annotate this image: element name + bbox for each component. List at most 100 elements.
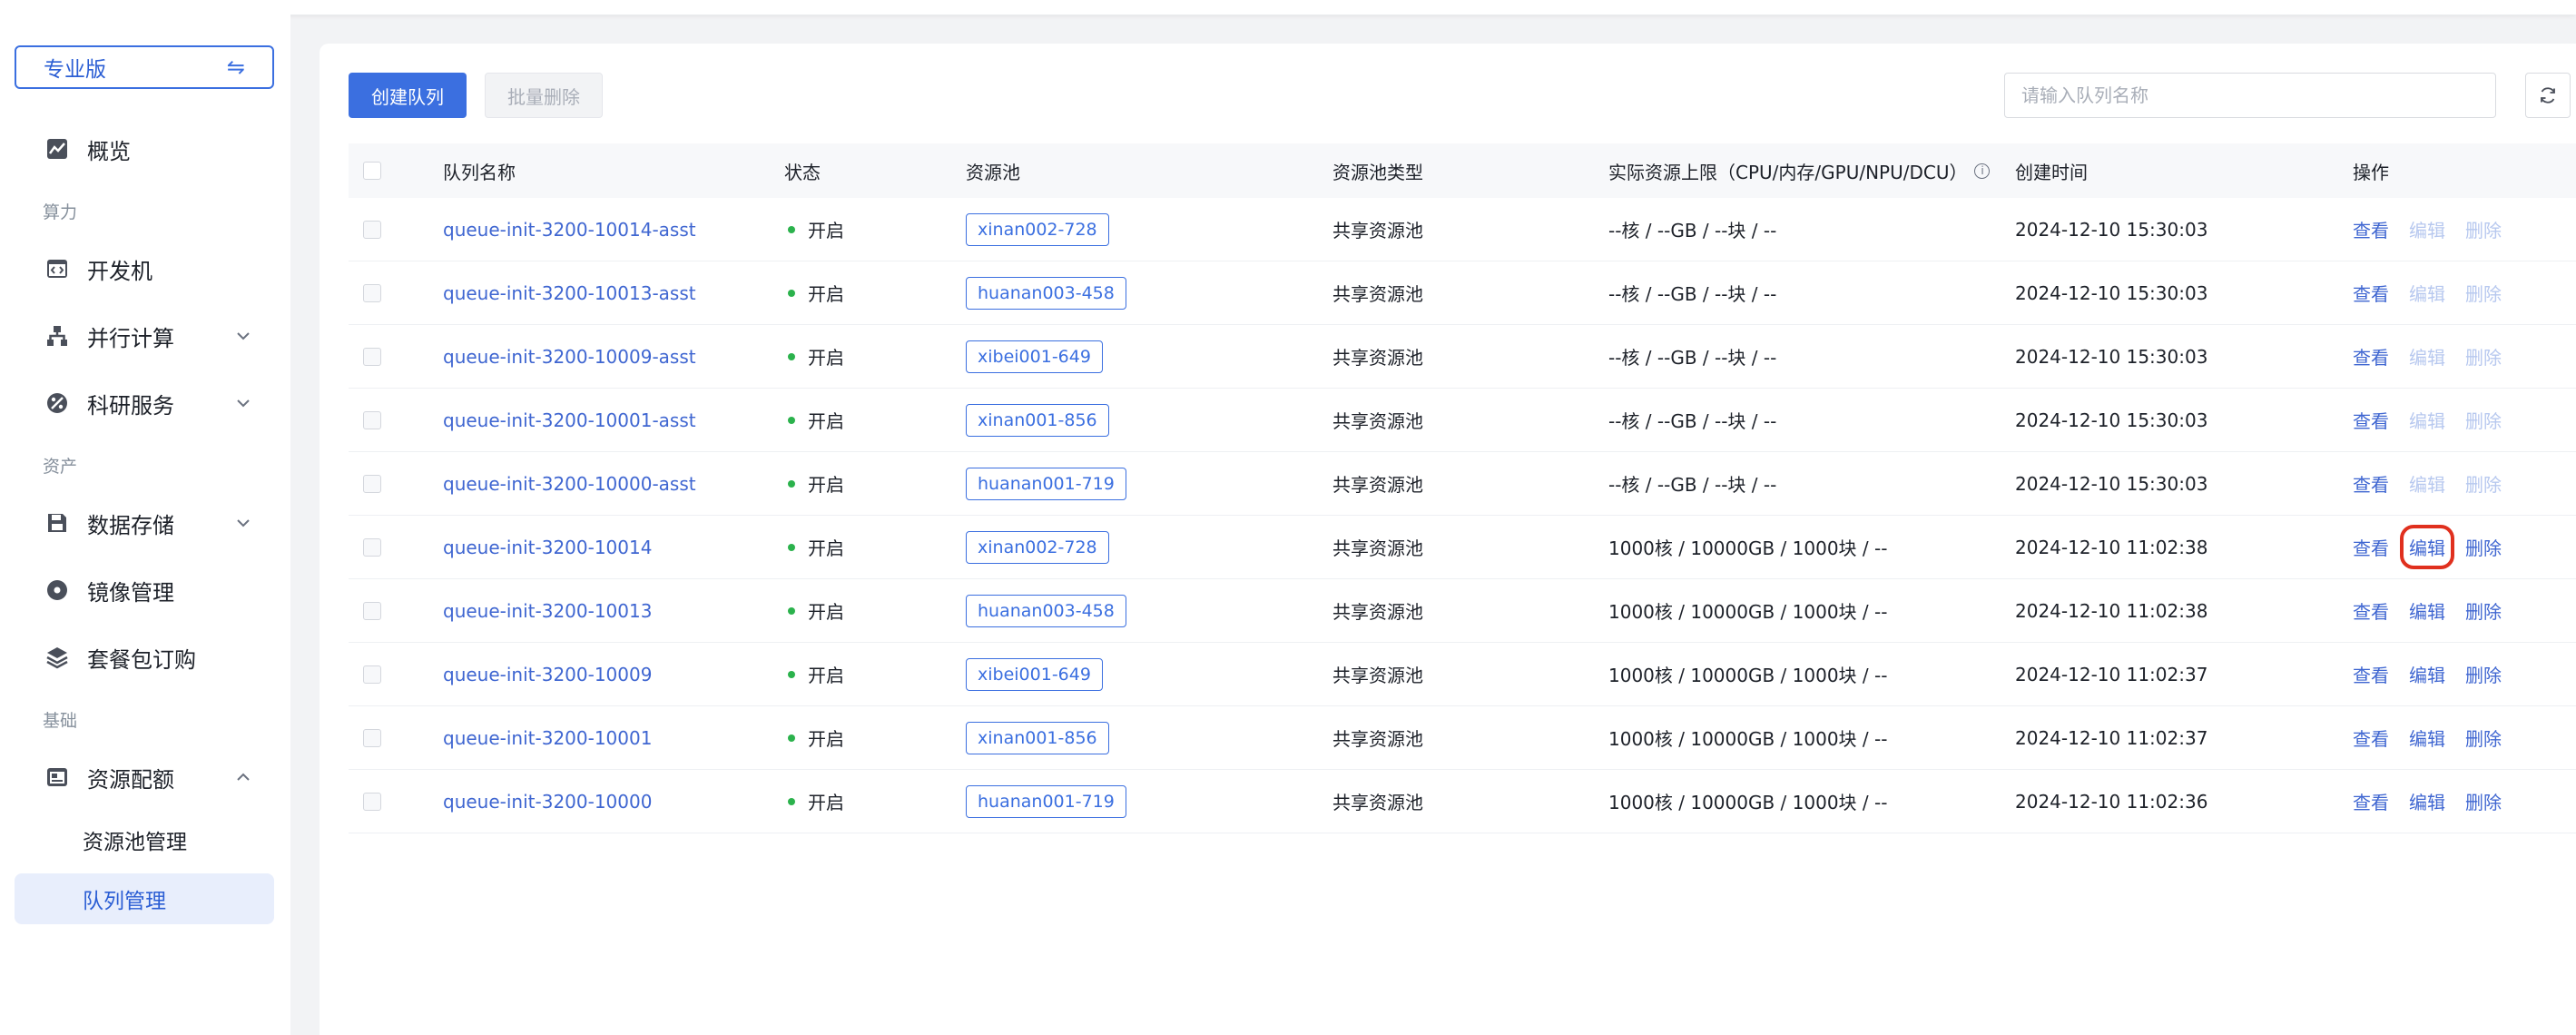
sidebar-item-storage[interactable]: 数据存储 [15, 498, 274, 548]
row-checkbox[interactable] [363, 643, 381, 705]
row-checkbox[interactable] [363, 198, 381, 261]
edit-button[interactable]: 编辑 [2409, 724, 2445, 751]
queue-name-link[interactable]: queue-init-3200-10001 [443, 706, 652, 769]
delete-button[interactable]: 删除 [2465, 407, 2502, 433]
sidebar-item-quota[interactable]: 资源配额 [15, 752, 274, 803]
queue-name-link[interactable]: queue-init-3200-10014 [443, 516, 652, 578]
edit-button[interactable]: 编辑 [2409, 597, 2445, 624]
pool-tag[interactable]: xinan002-728 [966, 212, 1109, 246]
status-dot-icon [788, 797, 795, 805]
delete-button[interactable]: 删除 [2465, 280, 2502, 306]
checkbox-box [363, 410, 381, 429]
swap-icon: ⇋ [226, 54, 245, 80]
pool-tag[interactable]: xibei001-649 [966, 340, 1103, 373]
row-checkbox[interactable] [363, 325, 381, 388]
row-checkbox[interactable] [363, 452, 381, 515]
delete-button[interactable]: 删除 [2465, 661, 2502, 687]
pool-cell: xinan001-856 [966, 389, 1109, 451]
view-button[interactable]: 查看 [2353, 343, 2389, 370]
actions-cell: 查看 编辑 删除 [2353, 261, 2522, 324]
row-checkbox[interactable] [363, 706, 381, 769]
delete-button[interactable]: 删除 [2465, 788, 2502, 814]
select-all-checkbox[interactable] [363, 143, 381, 198]
sidebar-item-research[interactable]: 科研服务 [15, 378, 274, 429]
queue-name-link[interactable]: queue-init-3200-10014-asst [443, 198, 696, 261]
status-dot-icon [788, 416, 795, 424]
pool-type-cell: 共享资源池 [1332, 283, 1423, 305]
refresh-button[interactable] [2525, 73, 2571, 118]
queue-name-link[interactable]: queue-init-3200-10000 [443, 770, 652, 833]
delete-button[interactable]: 删除 [2465, 597, 2502, 624]
status-text: 开启 [808, 410, 844, 432]
chevron-down-icon [237, 332, 250, 340]
save-disk-icon [44, 509, 71, 537]
edit-button[interactable]: 编辑 [2409, 661, 2445, 687]
view-button[interactable]: 查看 [2353, 534, 2389, 560]
batch-delete-button[interactable]: 批量删除 [485, 73, 603, 118]
row-checkbox[interactable] [363, 389, 381, 451]
pool-tag[interactable]: xinan001-856 [966, 721, 1109, 754]
edit-button[interactable]: 编辑 [2409, 216, 2445, 242]
delete-button[interactable]: 删除 [2465, 534, 2502, 560]
queue-name-link[interactable]: queue-init-3200-10013 [443, 579, 652, 642]
sidebar-item-pool-mgmt[interactable]: 资源池管理 [15, 814, 274, 865]
pool-tag[interactable]: huanan003-458 [966, 594, 1126, 627]
view-button[interactable]: 查看 [2353, 661, 2389, 687]
table-header: 队列名称 状态 资源池 资源池类型 实际资源上限（CPU/内存/GPU/NPU/… [349, 143, 2576, 198]
checkbox-box [363, 347, 381, 366]
sidebar-item-devbox[interactable]: 开发机 [15, 243, 274, 294]
view-button[interactable]: 查看 [2353, 407, 2389, 433]
delete-button[interactable]: 删除 [2465, 724, 2502, 751]
sidebar-item-label: 资源配额 [87, 766, 174, 793]
sidebar-item-parallel[interactable]: 并行计算 [15, 310, 274, 361]
view-button[interactable]: 查看 [2353, 724, 2389, 751]
sidebar-item-label: 套餐包订购 [87, 646, 196, 673]
view-button[interactable]: 查看 [2353, 280, 2389, 306]
search-input[interactable] [2004, 73, 2496, 118]
queue-name-link[interactable]: queue-init-3200-10013-asst [443, 261, 696, 324]
row-checkbox[interactable] [363, 516, 381, 578]
view-button[interactable]: 查看 [2353, 597, 2389, 624]
queue-name-link[interactable]: queue-init-3200-10000-asst [443, 452, 696, 515]
edit-button[interactable]: 编辑 [2409, 788, 2445, 814]
status-dot-icon [788, 479, 795, 488]
queue-name-link[interactable]: queue-init-3200-10001-asst [443, 389, 696, 451]
delete-button[interactable]: 删除 [2465, 470, 2502, 497]
edit-button[interactable]: 编辑 [2409, 343, 2445, 370]
row-checkbox[interactable] [363, 579, 381, 642]
edit-button[interactable]: 编辑 [2409, 407, 2445, 433]
sidebar-item-overview[interactable]: 概览 [15, 123, 274, 174]
checkbox-box [363, 283, 381, 302]
edition-switch-button[interactable]: 专业版 ⇋ [15, 45, 274, 89]
pool-tag[interactable]: huanan001-719 [966, 784, 1126, 818]
pool-tag[interactable]: xibei001-649 [966, 657, 1103, 691]
created-cell: 2024-12-10 11:02:37 [2015, 663, 2208, 685]
sidebar-item-queue-mgmt[interactable]: 队列管理 [15, 873, 274, 924]
delete-button[interactable]: 删除 [2465, 216, 2502, 242]
edit-button[interactable]: 编辑 [2409, 470, 2445, 497]
pool-tag[interactable]: xinan002-728 [966, 530, 1109, 564]
edit-button[interactable]: 编辑 [2400, 525, 2454, 569]
pool-type-cell: 共享资源池 [1332, 728, 1423, 750]
table-row: queue-init-3200-10014 开启 xinan002-728 共享资源池… [349, 516, 2576, 579]
view-button[interactable]: 查看 [2353, 788, 2389, 814]
row-checkbox[interactable] [363, 261, 381, 324]
row-checkbox[interactable] [363, 770, 381, 833]
info-icon[interactable]: i [1974, 163, 1991, 179]
sidebar-item-packages[interactable]: 套餐包订购 [15, 632, 274, 683]
queue-name-link[interactable]: queue-init-3200-10009 [443, 643, 652, 705]
pool-tag[interactable]: huanan001-719 [966, 467, 1126, 500]
create-queue-button[interactable]: 创建队列 [349, 73, 467, 118]
sidebar-item-images[interactable]: 镜像管理 [15, 565, 274, 616]
pool-tag[interactable]: huanan003-458 [966, 276, 1126, 310]
view-button[interactable]: 查看 [2353, 216, 2389, 242]
status-dot-icon [788, 606, 795, 615]
sidebar: 专业版 ⇋ 概览 算力 开发机 并行计算 科研服务 资产 数据存储 镜像管理 套… [0, 15, 290, 1035]
delete-button[interactable]: 删除 [2465, 343, 2502, 370]
queue-name-link[interactable]: queue-init-3200-10009-asst [443, 325, 696, 388]
limit-cell: --核 / --GB / --块 / -- [1608, 220, 1777, 242]
view-button[interactable]: 查看 [2353, 470, 2389, 497]
table-row: queue-init-3200-10000-asst 开启 huanan001-71… [349, 452, 2576, 516]
pool-tag[interactable]: xinan001-856 [966, 403, 1109, 437]
edit-button[interactable]: 编辑 [2409, 280, 2445, 306]
